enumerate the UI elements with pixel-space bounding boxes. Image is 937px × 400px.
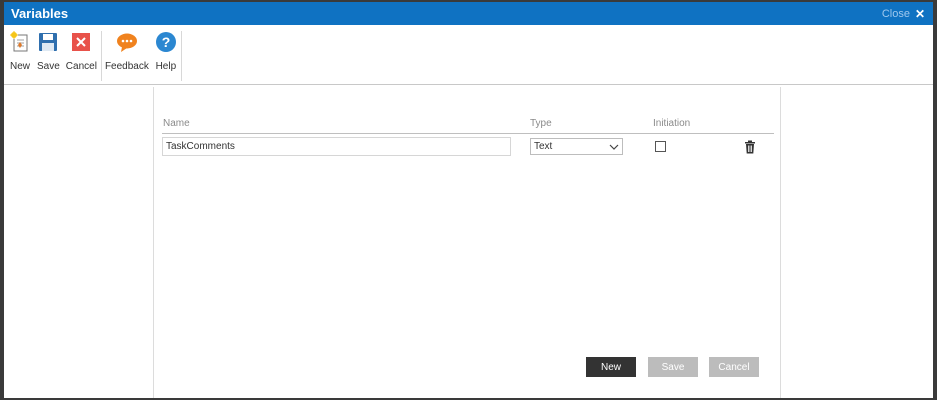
- ribbon-help-label: Help: [155, 61, 177, 72]
- content-area: Name Type Initiation Text: [4, 87, 933, 398]
- ribbon-save-label: Save: [37, 61, 60, 72]
- ribbon-toolbar: New Save Cancel Feedback ? Help: [4, 25, 933, 85]
- ribbon-feedback-button[interactable]: Feedback: [102, 31, 152, 72]
- column-header-initiation: Initiation: [653, 118, 691, 129]
- initiation-checkbox[interactable]: [655, 141, 666, 152]
- ribbon-group-support: Feedback ? Help: [102, 31, 182, 81]
- ribbon-help-button[interactable]: ? Help: [152, 31, 180, 72]
- chevron-down-icon: [609, 144, 619, 150]
- title-bar: Variables Close ✕: [4, 2, 933, 25]
- svg-text:?: ?: [162, 34, 171, 50]
- close-button[interactable]: Close ✕: [882, 8, 925, 20]
- ribbon-new-label: New: [9, 61, 30, 72]
- question-mark-icon: ?: [155, 31, 177, 53]
- red-x-icon: [70, 31, 92, 53]
- floppy-disk-icon: [37, 31, 59, 53]
- ribbon-cancel-label: Cancel: [65, 61, 97, 72]
- cancel-button[interactable]: Cancel: [709, 357, 759, 377]
- ribbon-cancel-button[interactable]: Cancel: [63, 31, 100, 72]
- new-button[interactable]: New: [586, 357, 636, 377]
- new-document-icon: [9, 31, 31, 53]
- x-icon: ✕: [914, 6, 925, 21]
- ribbon-feedback-label: Feedback: [104, 61, 149, 72]
- dialog-title: Variables: [11, 6, 69, 21]
- variable-name-input[interactable]: [162, 137, 511, 156]
- header-divider: [162, 133, 774, 134]
- variables-panel: Name Type Initiation Text: [153, 87, 781, 398]
- ribbon-group-actions: New Save Cancel: [6, 31, 102, 81]
- speech-bubble-icon: [116, 31, 138, 53]
- variable-type-select[interactable]: Text: [530, 138, 623, 155]
- close-label: Close: [881, 7, 910, 20]
- trash-icon[interactable]: [744, 140, 756, 154]
- column-header-type: Type: [530, 118, 552, 129]
- save-button[interactable]: Save: [648, 357, 698, 377]
- variable-type-value: Text: [534, 141, 553, 152]
- column-header-name: Name: [163, 118, 190, 129]
- ribbon-save-button[interactable]: Save: [34, 31, 63, 72]
- ribbon-new-button[interactable]: New: [6, 31, 34, 72]
- variables-dialog: Variables Close ✕ New Save Cancel Feedba…: [4, 2, 933, 398]
